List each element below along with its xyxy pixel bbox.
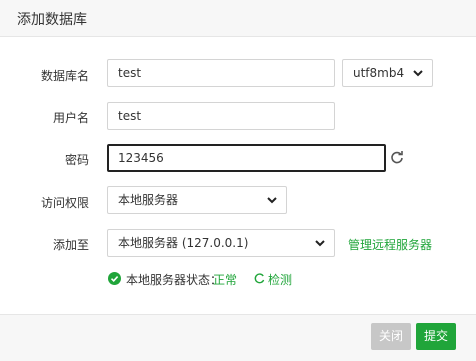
dialog-title: 添加数据库 bbox=[17, 12, 87, 28]
status-value: 正常 bbox=[213, 273, 238, 287]
charset-select-value: utf8mb4 bbox=[353, 66, 405, 80]
access-label: 访问权限 bbox=[40, 196, 89, 210]
charset-select[interactable]: utf8mb4 bbox=[342, 59, 433, 87]
access-select-value: 本地服务器 bbox=[118, 193, 179, 207]
manage-remote-server-link[interactable]: 管理远程服务器 bbox=[348, 236, 432, 253]
server-select[interactable]: 本地服务器 (127.0.0.1) bbox=[107, 229, 335, 257]
submit-button[interactable]: 提交 bbox=[416, 323, 456, 350]
check-link[interactable]: 检测 bbox=[268, 271, 292, 288]
db-name-label: 数据库名 bbox=[40, 69, 89, 83]
chevron-down-icon bbox=[315, 240, 325, 247]
username-input[interactable]: test bbox=[107, 102, 335, 130]
password-input[interactable]: 123456 bbox=[107, 144, 386, 172]
check-spinner-icon bbox=[254, 273, 265, 284]
username-label: 用户名 bbox=[52, 111, 89, 125]
dialog-header: 添加数据库 bbox=[0, 0, 476, 37]
server-select-value: 本地服务器 (127.0.0.1) bbox=[118, 236, 249, 250]
refresh-icon[interactable] bbox=[390, 150, 404, 164]
check-circle-icon bbox=[108, 272, 121, 285]
chevron-down-icon bbox=[267, 197, 277, 204]
db-name-input[interactable]: test bbox=[107, 59, 335, 87]
access-select[interactable]: 本地服务器 bbox=[107, 186, 287, 214]
password-label: 密码 bbox=[64, 153, 89, 167]
add-database-dialog: 添加数据库 数据库名 test utf8mb4 用户名 test 密码 1234… bbox=[0, 0, 476, 361]
chevron-down-icon bbox=[413, 70, 423, 77]
status-label: 本地服务器状态： bbox=[126, 273, 223, 287]
close-button[interactable]: 关闭 bbox=[371, 323, 411, 350]
add-to-label: 添加至 bbox=[52, 238, 89, 252]
